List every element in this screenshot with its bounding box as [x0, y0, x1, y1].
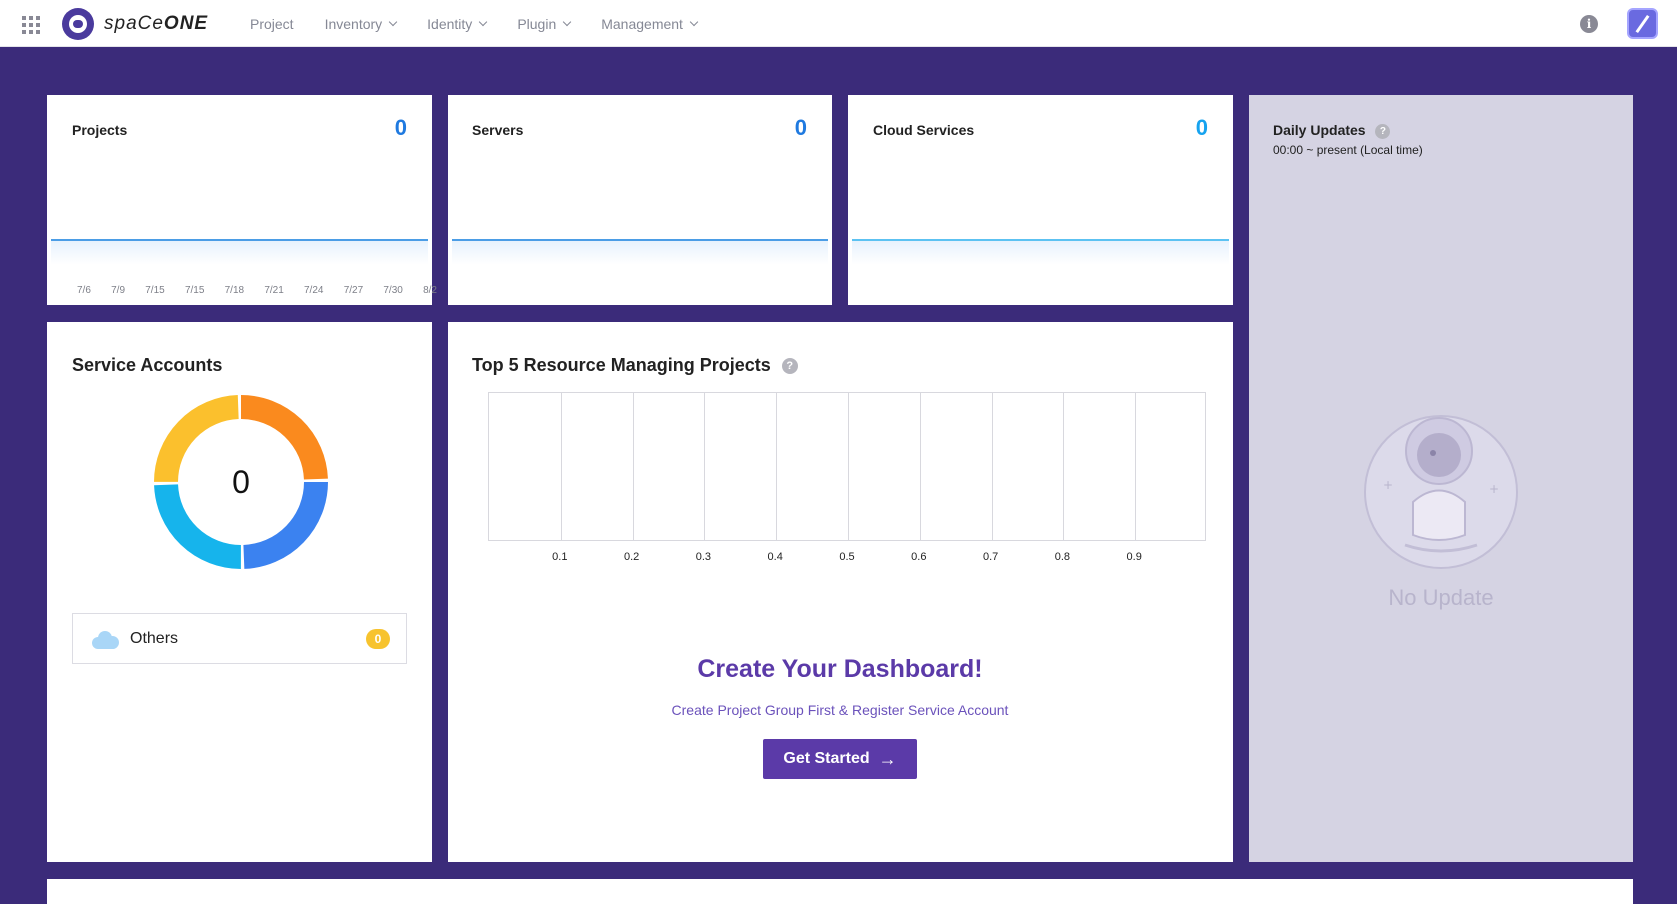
card-title: Projects: [72, 122, 128, 138]
sparkline-area: [51, 241, 428, 265]
brand-suffix: ONE: [163, 13, 209, 34]
date-tick: 7/18: [224, 285, 245, 296]
user-avatar[interactable]: [1627, 8, 1658, 39]
brand-prefix: spaCe: [104, 13, 164, 34]
nav-label: Management: [601, 15, 683, 32]
main-nav: Project Inventory Identity Plugin Manage…: [250, 0, 728, 47]
nav-plugin[interactable]: Plugin: [517, 15, 572, 32]
nav-label: Identity: [427, 15, 473, 32]
x-tick-label: 0.1: [552, 551, 568, 563]
projects-count[interactable]: 0: [395, 115, 407, 141]
arrow-right-icon: →: [878, 748, 897, 769]
donut-total: 0: [232, 463, 250, 500]
date-tick: 7/9: [111, 285, 126, 296]
cta-subtitle: Create Project Group First & Register Se…: [671, 702, 1009, 718]
cta-title: Create Your Dashboard!: [697, 655, 983, 683]
bar-chart-plot-area: [488, 392, 1206, 541]
grid-line: [704, 393, 706, 540]
date-tick: 7/15: [184, 285, 205, 296]
date-tick: 7/27: [343, 285, 364, 296]
card-title: Servers: [472, 122, 524, 138]
daily-updates-panel: Daily Updates ? 00:00 ~ present (Local t…: [1249, 95, 1633, 862]
donut-chart[interactable]: 0: [151, 392, 331, 572]
grid-line: [560, 393, 562, 540]
nav-management[interactable]: Management: [601, 15, 699, 32]
nav-project[interactable]: Project: [250, 16, 294, 32]
top-navigation-bar: spaCeONE Project Inventory Identity Plug…: [0, 0, 1677, 47]
cloud-services-card[interactable]: Cloud Services 0: [848, 95, 1233, 305]
chevron-down-icon: [479, 17, 488, 26]
legend-item-others[interactable]: Others 0: [72, 613, 407, 664]
date-axis: 7/6 7/9 7/15 7/15 7/18 7/21 7/24 7/27 7/…: [77, 285, 437, 296]
date-tick: 7/15: [145, 285, 165, 296]
svg-text:+: +: [1383, 478, 1393, 492]
bottom-card: [47, 879, 1633, 904]
chevron-down-icon: [562, 17, 572, 26]
date-tick: 7/6: [77, 285, 91, 296]
legend-label: Others: [130, 629, 179, 647]
x-tick-label: 0.5: [839, 551, 855, 563]
nav-label: Inventory: [324, 15, 383, 32]
card-title-text: Daily Updates: [1273, 122, 1366, 138]
sparkline-area: [452, 241, 828, 265]
no-update-text: No Update: [1388, 585, 1494, 610]
grid-line: [848, 393, 849, 540]
nav-label: Project: [250, 15, 294, 32]
x-tick-label: 0.2: [623, 551, 640, 563]
projects-card[interactable]: Projects 0 7/6 7/9 7/15 7/15 7/18 7/21 7…: [47, 95, 437, 305]
card-title-text: Top 5 Resource Managing Projects: [472, 355, 771, 375]
date-tick: 7/21: [264, 285, 284, 296]
svg-text:+: +: [1489, 482, 1499, 496]
grid-line: [776, 393, 778, 540]
chevron-down-icon: [388, 17, 398, 26]
brand-logo-text[interactable]: spaCeONE: [104, 13, 208, 35]
x-tick-label: 0.3: [695, 551, 712, 563]
legend-count-badge: 0: [366, 629, 390, 649]
get-started-button[interactable]: Get Started →: [763, 739, 917, 779]
spaceone-logo-icon[interactable]: [62, 8, 94, 40]
card-title: Top 5 Resource Managing Projects ?: [472, 355, 798, 376]
astronaut-illustration-icon: + +: [1364, 415, 1518, 569]
sparkline-area: [852, 241, 1229, 265]
card-title: Daily Updates ?: [1273, 122, 1391, 139]
top-projects-card: Top 5 Resource Managing Projects ? 0.1 0.…: [448, 322, 1233, 862]
cloud-services-count[interactable]: 0: [1196, 115, 1208, 141]
grid-line: [991, 393, 993, 540]
chevron-down-icon: [689, 17, 699, 26]
servers-count[interactable]: 0: [795, 115, 807, 141]
get-started-label: Get Started: [783, 750, 870, 767]
updates-time-range: 00:00 ~ present (Local time): [1273, 143, 1423, 157]
grid-line: [919, 393, 921, 540]
date-tick: 8/2: [423, 285, 437, 296]
card-title: Service Accounts: [72, 355, 223, 375]
service-accounts-card: Service Accounts 0 Others 0: [47, 322, 432, 862]
grid-line: [632, 393, 634, 540]
nav-identity[interactable]: Identity: [427, 15, 488, 32]
x-tick-label: 0.9: [1126, 551, 1142, 563]
x-tick-label: 0.6: [911, 551, 927, 563]
grid-line: [1135, 393, 1137, 540]
servers-card[interactable]: Servers 0: [448, 95, 832, 305]
help-icon[interactable]: ?: [781, 358, 798, 374]
info-icon[interactable]: i: [1580, 15, 1598, 33]
x-tick-label: 0.8: [1054, 551, 1071, 563]
date-tick: 7/24: [304, 285, 324, 296]
date-tick: 7/30: [383, 285, 403, 296]
help-icon[interactable]: ?: [1375, 124, 1391, 139]
nav-label: Plugin: [517, 15, 557, 32]
x-tick-label: 0.4: [767, 551, 783, 563]
card-title: Cloud Services: [873, 122, 975, 138]
app-grid-icon[interactable]: [22, 16, 40, 34]
cloud-icon: [90, 629, 120, 649]
x-tick-label: 0.7: [982, 551, 999, 563]
nav-inventory[interactable]: Inventory: [324, 15, 398, 32]
grid-line: [1063, 393, 1065, 540]
